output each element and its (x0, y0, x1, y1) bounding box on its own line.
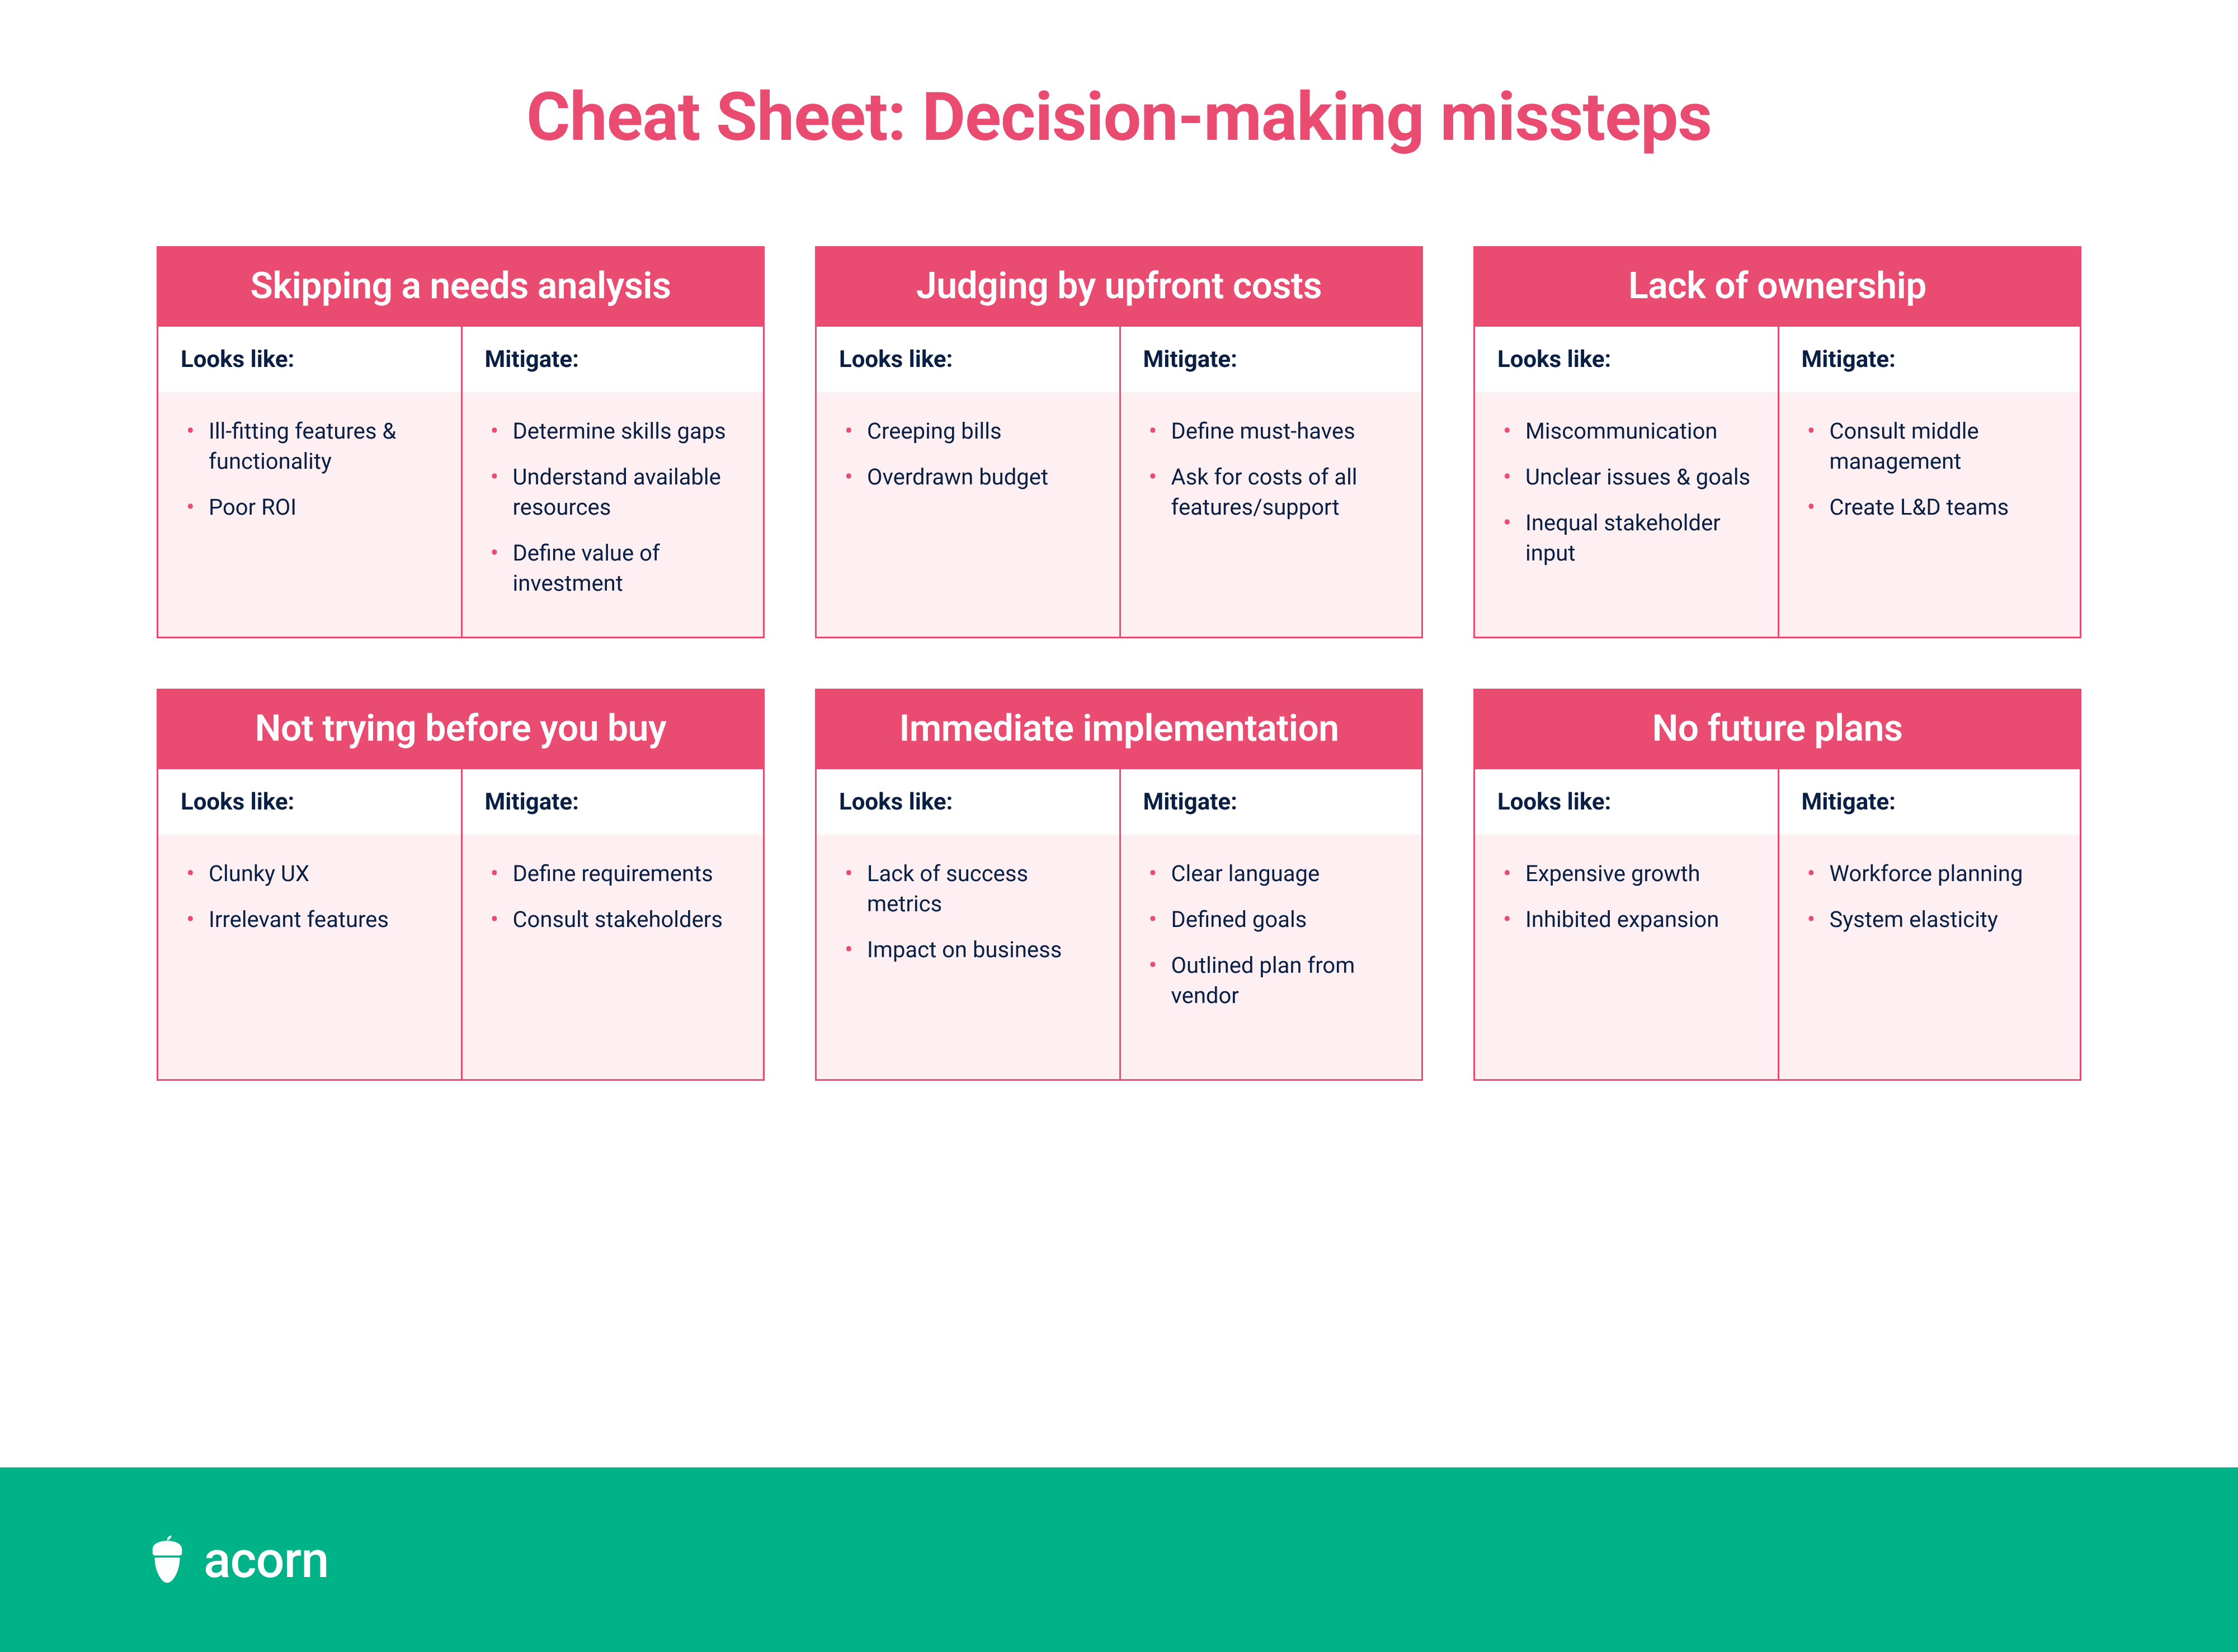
page-title: Cheat Sheet: Decision-making missteps (0, 0, 2238, 157)
list-item: Understand available resources (491, 462, 741, 523)
list-item: System elasticity (1807, 905, 2058, 935)
card-skipping-needs-analysis: Skipping a needs analysis Looks like: Il… (157, 246, 765, 638)
list-item: Overdrawn budget (845, 462, 1097, 492)
looks-like-list: Ill-fitting features & functionality Poo… (158, 394, 461, 637)
list-item: Unclear issues & goals (1503, 462, 1755, 492)
mitigate-column: Mitigate: Define must-haves Ask for cost… (1119, 327, 1422, 637)
list-item: Irrelevant features (186, 905, 439, 935)
list-item: Define requirements (491, 859, 741, 889)
looks-like-list: Lack of success metrics Impact on busine… (817, 836, 1119, 1079)
list-item: Consult middle management (1807, 416, 2058, 477)
card-heading: Not trying before you buy (158, 690, 763, 769)
mitigate-column: Mitigate: Workforce planning System elas… (1778, 769, 2080, 1079)
column-label: Mitigate: (463, 327, 764, 394)
card-no-future-plans: No future plans Looks like: Expensive gr… (1473, 689, 2081, 1081)
brand-name: acorn (204, 1531, 328, 1589)
column-label: Mitigate: (1121, 327, 1422, 394)
list-item: Workforce planning (1807, 859, 2058, 889)
column-label: Mitigate: (1779, 769, 2080, 836)
card-lack-of-ownership: Lack of ownership Looks like: Miscommuni… (1473, 246, 2081, 638)
card-not-trying-before-buy: Not trying before you buy Looks like: Cl… (157, 689, 765, 1081)
column-label: Looks like: (817, 327, 1119, 394)
list-item: Lack of success metrics (845, 859, 1097, 919)
list-item: Consult stakeholders (491, 905, 741, 935)
looks-like-column: Looks like: Lack of success metrics Impa… (817, 769, 1119, 1079)
list-item: Ask for costs of all features/support (1149, 462, 1400, 523)
list-item: Ill-fitting features & functionality (186, 416, 439, 477)
mitigate-list: Workforce planning System elasticity (1779, 836, 2080, 1079)
column-label: Mitigate: (1779, 327, 2080, 394)
list-item: Creeping bills (845, 416, 1097, 446)
list-item: Inhibited expansion (1503, 905, 1755, 935)
mitigate-column: Mitigate: Clear language Defined goals O… (1119, 769, 1422, 1079)
list-item: Clear language (1149, 859, 1400, 889)
looks-like-list: Creeping bills Overdrawn budget (817, 394, 1119, 637)
column-label: Looks like: (158, 769, 461, 836)
column-label: Looks like: (1475, 327, 1778, 394)
looks-like-column: Looks like: Ill-fitting features & funct… (158, 327, 461, 637)
card-heading: Lack of ownership (1475, 248, 2080, 327)
list-item: Inequal stakeholder input (1503, 508, 1755, 568)
looks-like-list: Expensive growth Inhibited expansion (1475, 836, 1778, 1079)
mitigate-list: Clear language Defined goals Outlined pl… (1121, 836, 1422, 1079)
looks-like-column: Looks like: Creeping bills Overdrawn bud… (817, 327, 1119, 637)
card-immediate-implementation: Immediate implementation Looks like: Lac… (815, 689, 1423, 1081)
list-item: Determine skills gaps (491, 416, 741, 446)
column-label: Looks like: (158, 327, 461, 394)
column-label: Mitigate: (1121, 769, 1422, 836)
list-item: Impact on business (845, 935, 1097, 965)
mitigate-column: Mitigate: Consult middle management Crea… (1778, 327, 2080, 637)
list-item: Define value of investment (491, 538, 741, 599)
looks-like-list: Miscommunication Unclear issues & goals … (1475, 394, 1778, 637)
mitigate-list: Define must-haves Ask for costs of all f… (1121, 394, 1422, 637)
mitigate-list: Consult middle management Create L&D tea… (1779, 394, 2080, 637)
mitigate-column: Mitigate: Define requirements Consult st… (461, 769, 764, 1079)
column-label: Looks like: (817, 769, 1119, 836)
list-item: Create L&D teams (1807, 492, 2058, 523)
list-item: Expensive growth (1503, 859, 1755, 889)
card-heading: Judging by upfront costs (817, 248, 1421, 327)
card-grid: Skipping a needs analysis Looks like: Il… (0, 157, 2238, 1081)
mitigate-column: Mitigate: Determine skills gaps Understa… (461, 327, 764, 637)
mitigate-list: Determine skills gaps Understand availab… (463, 394, 764, 637)
list-item: Define must-haves (1149, 416, 1400, 446)
card-heading: No future plans (1475, 690, 2080, 769)
brand-logo: acorn (145, 1531, 328, 1589)
acorn-icon (145, 1535, 189, 1585)
column-label: Mitigate: (463, 769, 764, 836)
looks-like-column: Looks like: Expensive growth Inhibited e… (1475, 769, 1778, 1079)
list-item: Poor ROI (186, 492, 439, 523)
list-item: Defined goals (1149, 905, 1400, 935)
list-item: Clunky UX (186, 859, 439, 889)
card-judging-upfront-costs: Judging by upfront costs Looks like: Cre… (815, 246, 1423, 638)
looks-like-list: Clunky UX Irrelevant features (158, 836, 461, 1079)
looks-like-column: Looks like: Miscommunication Unclear iss… (1475, 327, 1778, 637)
card-heading: Immediate implementation (817, 690, 1421, 769)
card-heading: Skipping a needs analysis (158, 248, 763, 327)
looks-like-column: Looks like: Clunky UX Irrelevant feature… (158, 769, 461, 1079)
list-item: Outlined plan from vendor (1149, 950, 1400, 1011)
list-item: Miscommunication (1503, 416, 1755, 446)
column-label: Looks like: (1475, 769, 1778, 836)
mitigate-list: Define requirements Consult stakeholders (463, 836, 764, 1079)
footer-bar: acorn (0, 1467, 2238, 1652)
